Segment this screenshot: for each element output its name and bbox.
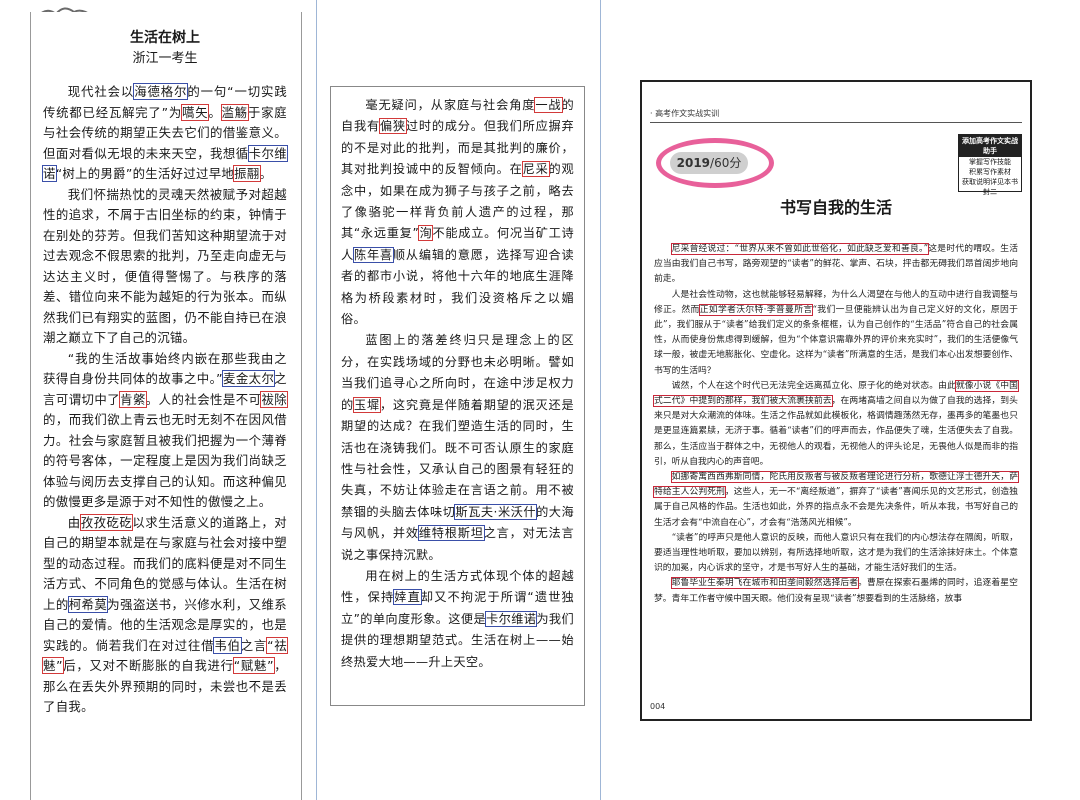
highlight-quote: 正如学者沃尔特·李普曼所言 [698,303,814,316]
essay-author: 浙江一考生 [132,51,198,66]
highlight-word: 偏狭 [378,118,407,135]
highlight-name: 韦伯 [213,636,242,654]
paragraph: 人是社会性动物，这也就能够轻易解释，为什么人渴望在与他人的互动中进行自我调整与修… [654,289,1018,376]
writing-assistant-box: 添加高考作文实战助手 掌握写作技能 积累写作素材 获取说明详见本书封二 [958,134,1022,196]
essay-body-left: 现代社会以海德格尔的一句“一切实践传统都已经瓦解完了”为嚆矢。滥觞于家庭与社会传… [42,82,288,718]
highlight-name: 维特根斯坦 [417,525,485,542]
highlight-name: 卡尔维诺 [485,610,538,627]
highlight-word: 玉墀 [352,396,381,413]
paragraph: 尼采曾经说过：“世界从来不曾如此世俗化，如此缺乏爱和善良。”这是时代的喟叹。生活… [654,243,1018,285]
paragraph: 用在树上的生活方式体现个体的超越性，保持婞直却又不拘泥于所谓“遗世独立”的单向度… [341,568,574,669]
highlight-word: 婞直 [393,589,422,606]
highlight-name: 陈年喜 [352,246,394,263]
highlight-quote: 尼采曾经说过：“世界从来不曾如此世俗化，如此缺乏爱和善良。” [670,243,930,255]
highlight-word: 一战 [534,97,563,113]
paragraph: 由孜孜矻矻以求生活意义的道路上，对自己的期望本就是在与家庭与社会对接中塑型的动态… [42,513,288,714]
highlight-word: 祓除 [260,390,288,408]
frame-divider [600,0,601,800]
essay-page-left: 生活在树上 浙江一考生 现代社会以海德格尔的一句“一切实践传统都已经瓦解完了”为… [30,12,302,800]
frame-divider [316,0,317,800]
side-box-title: 添加高考作文实战助手 [959,135,1021,157]
book-running-header: · 高考作文实战实训 [650,109,720,118]
highlight-word: 洵 [418,225,434,242]
book-essay-body: 尼采曾经说过：“世界从来不曾如此世俗化，如此缺乏爱和善良。”这是时代的喟叹。生活… [653,242,1019,607]
paragraph: 毫无疑问，从家庭与社会角度一战的自我有偏狭过时的成分。但我们所应摒弃的不是对此的… [341,97,575,327]
highlight-name: 斯瓦夫·米沃什 [454,503,538,520]
paragraph: 如挪寄寓西西弗斯同情，陀氏用反叛者与被反叛者理论进行分析，歌德让浮士德升天，萨特… [653,471,1019,528]
paragraph: 现代社会以海德格尔的一句“一切实践传统都已经瓦解完了”为嚆矢。滥觞于家庭与社会传… [42,83,288,182]
paragraph: 诚然，个人在这个时代已无法完全远离孤立化、原子化的绝对状态。由此就像小说《中国式… [653,379,1019,467]
essay-title: 生活在树上 [130,30,200,46]
highlight-word: 肯綮 [119,390,147,408]
highlight-name: 柯希莫 [67,595,109,613]
score-badge: 2019/60分 [670,152,748,174]
page-number: 004 [650,702,666,711]
paragraph: 蓝图上的落差终归只是理念上的区分，在实践场域的分野也未必明晰。譬如当我们追寻心之… [341,333,575,562]
highlight-name: 海德格尔 [133,83,189,100]
paragraph: “读者”的呼声只是他人意识的反映，而他人意识只有在我们的内心想法存在隔阂，听取，… [654,532,1018,574]
paragraph: “我的生活故事始终内嵌在那些我由之获得自身份共同体的故事之中。”麦金太尔之言可谓… [43,350,288,509]
highlight-word: 孜孜矻矻 [79,513,134,531]
highlight-word: 尼采 [521,161,550,178]
highlight-word: “赋魅” [232,657,275,674]
book-essay-title: 书写自我的生活 [779,198,892,217]
paragraph: 我们怀揣热忱的灵魂天然被赋予对超越性的追求，不屑于古旧坐标的约束，钟情于在别处的… [43,186,287,346]
highlight-name: 麦金太尔 [221,370,276,387]
highlight-word: 振翮 [233,165,261,182]
paragraph: 耶鲁毕业生秦玥飞在城市和田垄间毅然选择后者。曹原在探索石墨烯的同时，追逐着星空梦… [654,577,1018,604]
essay-page-middle: 毫无疑问，从家庭与社会角度一战的自我有偏狭过时的成分。但我们所应摒弃的不是对此的… [330,86,585,706]
highlight-word: 嚆矢 [181,103,210,121]
header-rule [650,122,1022,123]
essay-body-middle: 毫无疑问，从家庭与社会角度一战的自我有偏狭过时的成分。但我们所应摒弃的不是对此的… [341,95,574,673]
highlight-word: 滥觞 [220,103,249,121]
book-page: · 高考作文实战实训 2019/60分 添加高考作文实战助手 掌握写作技能 积累… [640,80,1032,721]
highlight-quote: 耶鲁毕业生秦玥飞在城市和田垄间毅然选择后者 [670,577,860,590]
